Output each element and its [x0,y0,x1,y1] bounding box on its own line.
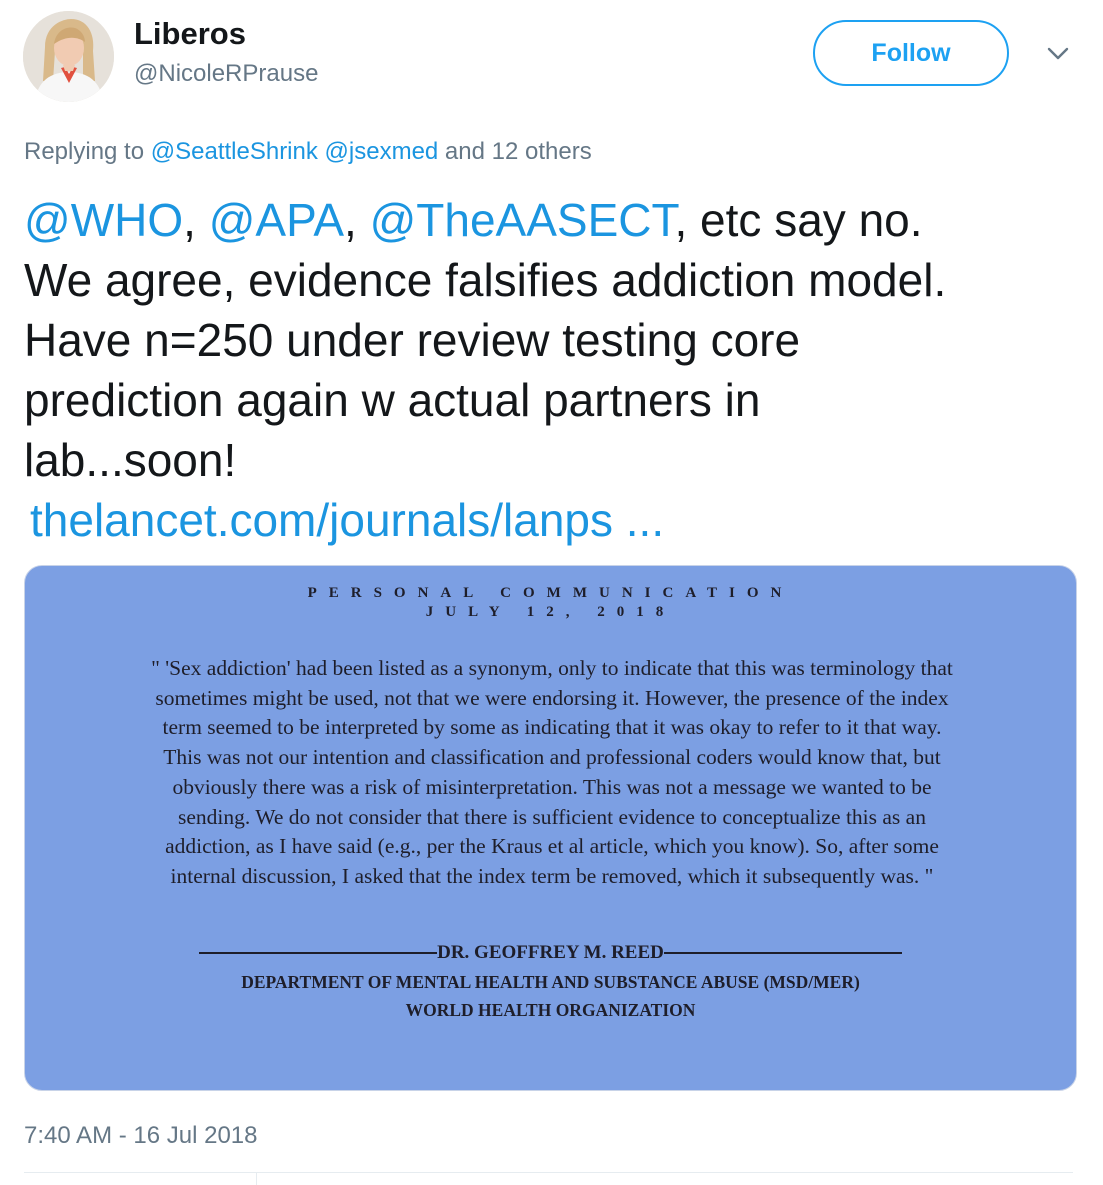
author-handle[interactable]: @NicoleRPrause [134,60,318,88]
tweet-line-2: We agree, evidence falsifies addiction m… [24,254,947,306]
author-name[interactable]: Liberos [134,16,246,52]
media-quote: " 'Sex addiction' had been listed as a s… [47,654,1057,892]
replying-to: Replying to @SeattleShrink @jsexmed and … [24,138,592,166]
reply-mention-jsexmed[interactable]: @jsexmed [325,138,439,165]
follow-button[interactable]: Follow [813,20,1009,86]
media-quote-line: sometimes might be used, not that we wer… [155,685,949,710]
reply-space [318,138,325,165]
chevron-down-icon[interactable] [1044,44,1072,64]
media-quote-line: This was not our intention and classific… [163,745,941,770]
mention-aasect[interactable]: @TheAASECT [370,194,675,246]
media-quote-line: obviously there was a risk of misinterpr… [172,774,932,799]
tweet-line-1: @WHO, @APA, @TheAASECT, etc say no. [24,190,1084,250]
tweet-line-5: lab...soon! [24,434,237,486]
tweet-media-image[interactable]: PERSONAL COMMUNICATION JULY 12, 2018 " '… [24,565,1077,1091]
signature-department: DEPARTMENT OF MENTAL HEALTH AND SUBSTANC… [241,972,860,992]
signature-organization: WORLD HEALTH ORGANIZATION [405,1000,696,1020]
signature-name: DR. GEOFFREY M. REED [437,942,664,963]
reply-mention-seattleshrink[interactable]: @SeattleShrink [151,138,318,165]
signature-rule-left [199,952,438,954]
media-quote-line: addiction, as I have said (e.g., per the… [165,834,939,859]
signature-rule-right [663,952,902,954]
tweet-link[interactable]: thelancet.com/journals/lanps ... [30,490,664,550]
stats-divider [256,1173,257,1185]
media-quote-line: " 'Sex addiction' had been listed as a s… [151,656,953,680]
reply-others[interactable]: and 12 others [438,138,592,165]
media-quote-line: sending. We do not consider that there i… [178,804,926,829]
mention-apa[interactable]: @APA [209,194,344,246]
media-quote-line: term seemed to be interpreted by some as… [162,715,942,740]
media-header-date: JULY 12, 2018 [425,604,676,620]
signature-row: DR. GEOFFREY M. REED [25,942,1076,964]
tweet-timestamp[interactable]: 7:40 AM - 16 Jul 2018 [24,1122,257,1150]
replying-prefix: Replying to [24,138,151,165]
tweet-sep-2: , [344,194,370,246]
tweet-text: @WHO, @APA, @TheAASECT, etc say no. We a… [24,190,1084,490]
tweet-line-4: prediction again w actual partners in [24,374,761,426]
tweet-line-3: Have n=250 under review testing core [24,314,801,366]
tweet-sep-1: , [183,194,209,246]
media-header-title: PERSONAL COMMUNICATION [307,585,794,601]
avatar[interactable] [23,11,114,102]
mention-who[interactable]: @WHO [24,194,183,246]
media-quote-line: internal discussion, I asked that the in… [170,863,934,888]
avatar-photo [23,11,114,102]
tweet-line-1-rest: , etc say no. [674,194,923,246]
divider [24,1172,1073,1173]
